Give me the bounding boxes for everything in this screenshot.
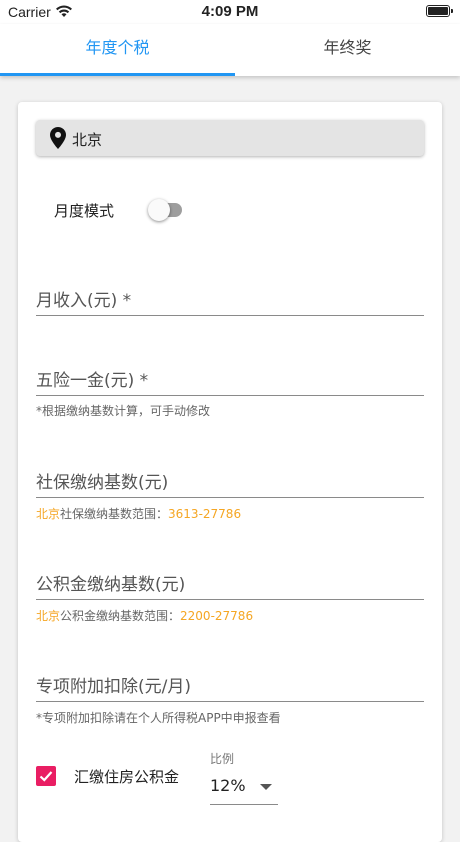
city-name: 北京 <box>72 131 103 149</box>
helper-range: 3613-27786 <box>168 507 242 521</box>
tab-bar: 年度个税 年终奖 <box>0 24 460 76</box>
ratio-caption: 比例 <box>210 752 235 766</box>
social-base-field: 社保缴纳基数(元) <box>36 464 424 498</box>
status-time: 4:09 PM <box>201 3 259 20</box>
helper-city: 北京 <box>36 507 61 521</box>
city-selector[interactable]: 北京 <box>36 120 424 156</box>
housing-fund-checkbox[interactable] <box>36 766 56 786</box>
tab-indicator <box>0 73 235 76</box>
insurance-helper: *根据缴纳基数计算，可手动修改 <box>36 404 211 418</box>
social-base-input[interactable] <box>36 467 424 498</box>
form-card: 北京 月度模式 月收入(元) * 五险一金(元) * *根据缴纳基数计算，可手动… <box>18 102 442 842</box>
dropdown-arrow-icon <box>260 784 272 790</box>
insurance-field: 五险一金(元) * <box>36 362 424 396</box>
housing-fund-label: 汇缴住房公积金 <box>74 768 180 786</box>
check-icon <box>39 771 53 782</box>
location-pin-icon <box>50 127 66 149</box>
fund-base-input[interactable] <box>36 569 424 600</box>
insurance-input[interactable] <box>36 365 424 396</box>
special-deduction-helper: *专项附加扣除请在个人所得税APP中申报查看 <box>36 711 281 725</box>
tab-annual-tax[interactable]: 年度个税 <box>0 24 235 76</box>
monthly-mode-label: 月度模式 <box>54 202 115 220</box>
ratio-select[interactable]: 12% <box>210 774 278 805</box>
helper-text: 社保缴纳基数范围： <box>60 507 169 521</box>
social-base-helper: 北京社保缴纳基数范围：3613-27786 <box>36 505 241 522</box>
monthly-income-field: 月收入(元) * <box>36 282 424 316</box>
fund-base-field: 公积金缴纳基数(元) <box>36 566 424 600</box>
monthly-income-input[interactable] <box>36 285 424 316</box>
special-deduction-field: 专项附加扣除(元/月) <box>36 668 424 702</box>
helper-city: 北京 <box>36 609 61 623</box>
ratio-value: 12% <box>210 776 246 795</box>
tab-year-end-bonus[interactable]: 年终奖 <box>235 24 460 76</box>
helper-range: 2200-27786 <box>180 609 254 623</box>
status-bar: Carrier 4:09 PM <box>0 0 460 24</box>
special-deduction-input[interactable] <box>36 671 424 702</box>
monthly-mode-toggle-thumb[interactable] <box>148 199 170 221</box>
battery-icon <box>426 5 453 17</box>
helper-text: 公积金缴纳基数范围： <box>60 609 181 623</box>
fund-base-helper: 北京公积金缴纳基数范围：2200-27786 <box>36 607 253 624</box>
